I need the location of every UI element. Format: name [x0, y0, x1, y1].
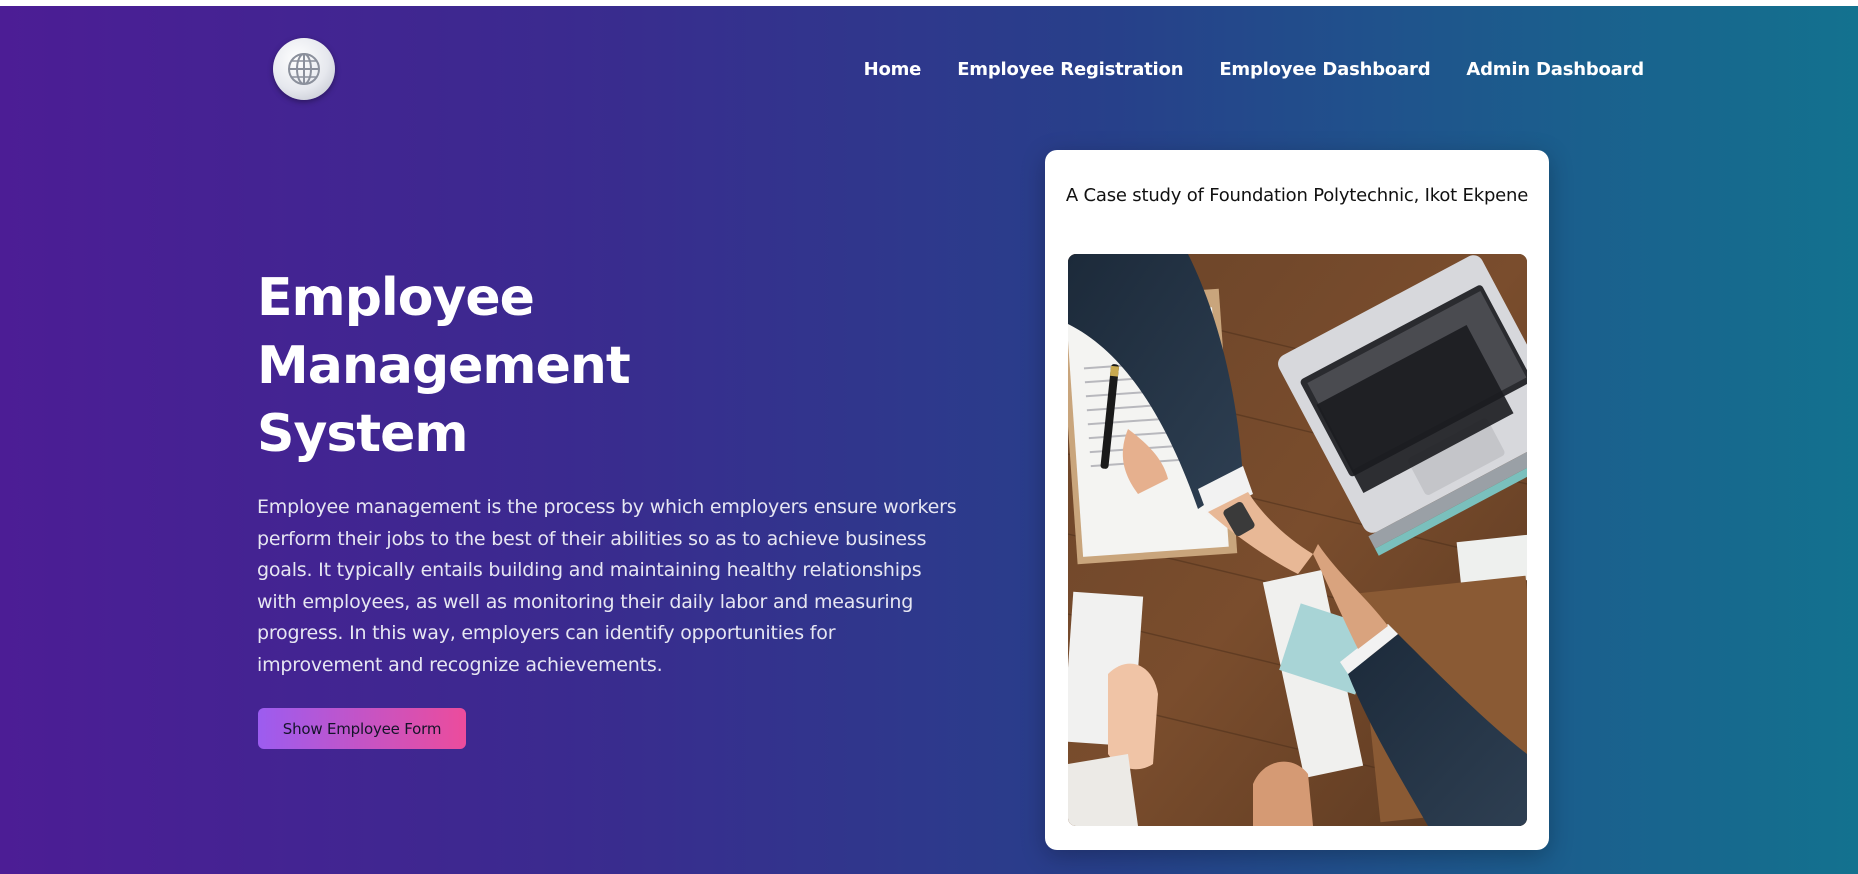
- nav-link-home[interactable]: Home: [864, 59, 922, 80]
- handshake-photo-illustration: [1068, 254, 1527, 826]
- title-line-3: System: [257, 404, 469, 464]
- page-title: Employee Management System: [257, 264, 757, 468]
- title-line-2: Management: [257, 336, 631, 396]
- title-line-1: Employee: [257, 268, 535, 328]
- hero-section: Home Employee Registration Employee Dash…: [0, 6, 1858, 874]
- handshake-photo: [1068, 254, 1527, 826]
- nav-link-employee-registration[interactable]: Employee Registration: [957, 59, 1183, 80]
- nav-link-admin-dashboard[interactable]: Admin Dashboard: [1466, 59, 1644, 80]
- main-nav: Home Employee Registration Employee Dash…: [864, 59, 1645, 80]
- card-caption: A Case study of Foundation Polytechnic, …: [1065, 185, 1529, 206]
- nav-link-employee-dashboard[interactable]: Employee Dashboard: [1219, 59, 1430, 80]
- hero-description: Employee management is the process by wh…: [257, 496, 957, 676]
- globe-icon-graphic: [288, 53, 320, 85]
- show-employee-form-button[interactable]: Show Employee Form: [258, 708, 466, 749]
- case-study-card: A Case study of Foundation Polytechnic, …: [1045, 150, 1549, 850]
- globe-icon[interactable]: [273, 38, 335, 100]
